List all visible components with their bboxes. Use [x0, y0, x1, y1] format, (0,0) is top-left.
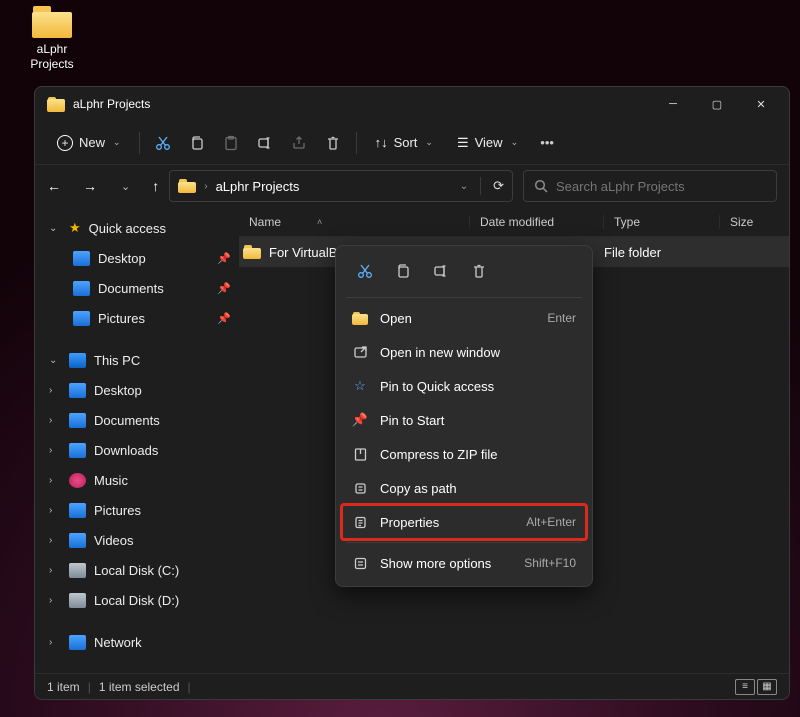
sidebar-item-this-pc[interactable]: ⌄This PC: [35, 345, 239, 375]
chevron-right-icon: ›: [204, 181, 207, 192]
copy-path-icon: [352, 480, 368, 496]
chevron-down-icon[interactable]: ⌄: [460, 181, 468, 192]
plus-circle-icon: +: [57, 135, 73, 151]
maximize-button[interactable]: ▢: [695, 89, 739, 119]
col-type[interactable]: Type: [603, 215, 719, 229]
chevron-down-icon: ⌄: [425, 137, 433, 148]
sidebar-item-desktop[interactable]: Desktop📌: [35, 243, 239, 273]
ctx-pin-start[interactable]: 📌Pin to Start: [342, 403, 586, 437]
folder-icon: [32, 6, 72, 38]
search-input[interactable]: [556, 179, 766, 194]
sidebar-item-local-d[interactable]: ›Local Disk (D:): [35, 585, 239, 615]
delete-button[interactable]: [318, 128, 348, 158]
properties-icon: [352, 514, 368, 530]
chevron-down-icon: ⌄: [511, 137, 519, 148]
address-path[interactable]: aLphr Projects: [216, 179, 300, 194]
status-bar: 1 item | 1 item selected | ≡ ▦: [35, 673, 789, 699]
share-button[interactable]: [284, 128, 314, 158]
navigation-pane: ⌄★Quick access Desktop📌 Documents📌 Pictu…: [35, 207, 239, 673]
sidebar-item-pc-pictures[interactable]: ›Pictures: [35, 495, 239, 525]
file-explorer-window: aLphr Projects ─ ▢ ✕ + New ⌄ ↑↓ Sort ⌄ ☰…: [34, 86, 790, 700]
ctx-cut-button[interactable]: [348, 256, 382, 286]
command-bar: + New ⌄ ↑↓ Sort ⌄ ☰ View ⌄ •••: [35, 121, 789, 165]
new-button[interactable]: + New ⌄: [47, 130, 131, 156]
col-size[interactable]: Size: [719, 215, 789, 229]
sidebar-item-network[interactable]: ›Network: [35, 627, 239, 657]
title-bar[interactable]: aLphr Projects ─ ▢ ✕: [35, 87, 789, 121]
folder-open-icon: [352, 310, 368, 326]
sort-icon: ↑↓: [375, 135, 388, 150]
ctx-compress-zip[interactable]: Compress to ZIP file: [342, 437, 586, 471]
sidebar-item-quick-access[interactable]: ⌄★Quick access: [35, 213, 239, 243]
folder-icon: [47, 97, 65, 112]
search-icon: [534, 179, 548, 193]
desktop-folder[interactable]: aLphr Projects: [16, 6, 88, 72]
forward-button[interactable]: →: [83, 178, 97, 194]
sidebar-item-local-c[interactable]: ›Local Disk (C:): [35, 555, 239, 585]
status-count: 1 item: [47, 680, 80, 694]
sort-button[interactable]: ↑↓ Sort ⌄: [365, 130, 443, 155]
back-button[interactable]: ←: [47, 178, 61, 194]
minimize-button[interactable]: ─: [651, 89, 695, 119]
folder-icon: [243, 245, 261, 259]
ctx-pin-quick-access[interactable]: ☆Pin to Quick access: [342, 369, 586, 403]
sidebar-item-pc-documents[interactable]: ›Documents: [35, 405, 239, 435]
up-button[interactable]: ↑: [152, 178, 159, 194]
address-bar[interactable]: › aLphr Projects ⌄ ⟳: [169, 170, 513, 202]
copy-button[interactable]: [182, 128, 212, 158]
ctx-open-new-window[interactable]: Open in new window: [342, 335, 586, 369]
open-new-window-icon: [352, 344, 368, 360]
close-button[interactable]: ✕: [739, 89, 783, 119]
star-icon: ☆: [352, 378, 368, 394]
window-title: aLphr Projects: [73, 97, 651, 111]
status-selected: 1 item selected: [99, 680, 180, 694]
sidebar-item-pc-videos[interactable]: ›Videos: [35, 525, 239, 555]
details-view-button[interactable]: ≡: [735, 679, 755, 695]
ctx-delete-button[interactable]: [462, 256, 496, 286]
ctx-copy-button[interactable]: [386, 256, 420, 286]
pin-icon: 📌: [217, 252, 231, 265]
sidebar-item-pc-desktop[interactable]: ›Desktop: [35, 375, 239, 405]
file-list: Name˄ Date modified Type Size For Virtua…: [239, 207, 789, 673]
ctx-show-more[interactable]: Show more optionsShift+F10: [342, 546, 586, 580]
folder-icon: [178, 179, 196, 193]
more-options-icon: [352, 555, 368, 571]
rename-button[interactable]: [250, 128, 280, 158]
ctx-open[interactable]: OpenEnter: [342, 301, 586, 335]
paste-button[interactable]: [216, 128, 246, 158]
column-headers[interactable]: Name ˄ Date modified Type Size: [239, 207, 789, 237]
pin-icon: 📌: [217, 312, 231, 325]
sidebar-item-pc-music[interactable]: ›Music: [35, 465, 239, 495]
thumbnails-view-button[interactable]: ▦: [757, 679, 777, 695]
zip-icon: [352, 446, 368, 462]
ctx-copy-path[interactable]: Copy as path: [342, 471, 586, 505]
pin-icon: 📌: [352, 412, 368, 428]
pin-icon: 📌: [217, 282, 231, 295]
sidebar-item-documents[interactable]: Documents📌: [35, 273, 239, 303]
search-box[interactable]: [523, 170, 777, 202]
more-button[interactable]: •••: [532, 128, 562, 158]
refresh-button[interactable]: ⟳: [493, 178, 504, 194]
sidebar-item-pc-downloads[interactable]: ›Downloads: [35, 435, 239, 465]
sidebar-item-pictures[interactable]: Pictures📌: [35, 303, 239, 333]
view-icon: ☰: [457, 135, 469, 151]
ctx-rename-button[interactable]: [424, 256, 458, 286]
col-name[interactable]: Name: [249, 215, 281, 229]
context-menu: OpenEnter Open in new window ☆Pin to Qui…: [335, 245, 593, 587]
desktop-folder-label: aLphr Projects: [16, 42, 88, 72]
cut-button[interactable]: [148, 128, 178, 158]
col-date[interactable]: Date modified: [469, 215, 603, 229]
view-button[interactable]: ☰ View ⌄: [447, 130, 528, 156]
recent-button[interactable]: ⌄: [121, 180, 130, 193]
sort-asc-icon: ˄: [317, 217, 322, 227]
chevron-down-icon: ⌄: [113, 137, 121, 148]
navigation-row: ← → ⌄ ↑ › aLphr Projects ⌄ ⟳: [35, 165, 789, 207]
ctx-properties[interactable]: PropertiesAlt+Enter: [342, 505, 586, 539]
